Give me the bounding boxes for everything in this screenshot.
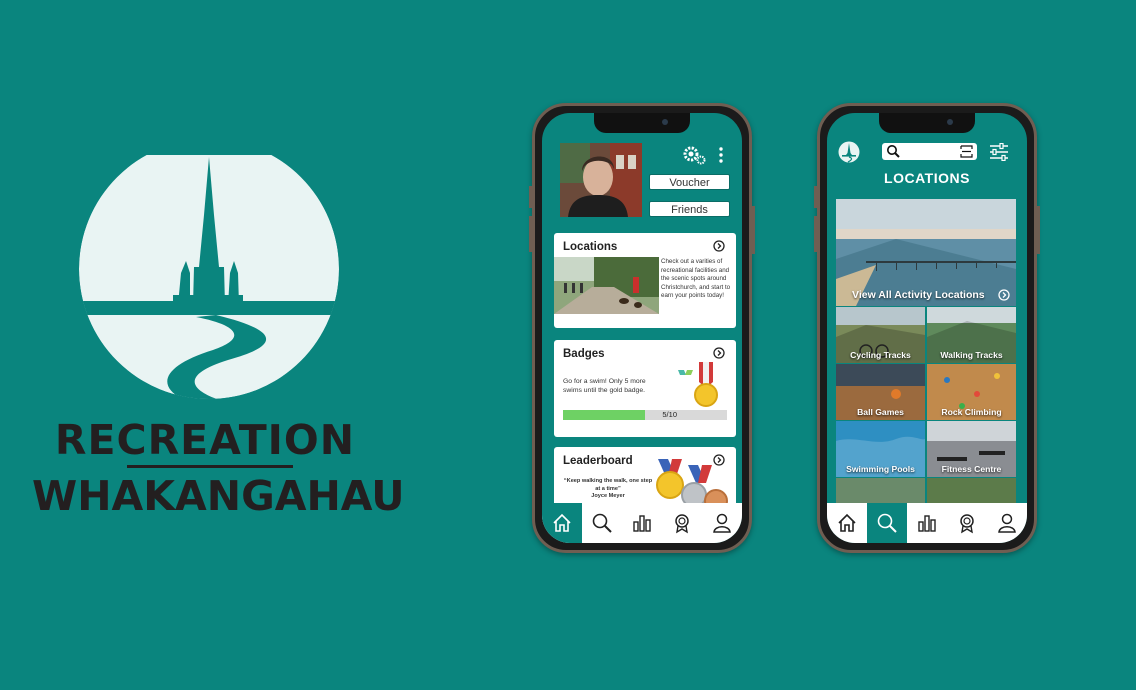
- locations-card-description: Check out a varities of recreational fac…: [661, 258, 731, 299]
- more-options-icon[interactable]: [718, 146, 724, 164]
- badge-progress-bar: 5/10: [563, 410, 727, 420]
- nav-profile[interactable]: [987, 503, 1027, 543]
- search-icon[interactable]: [886, 144, 900, 158]
- locations-card-title: Locations: [563, 241, 618, 253]
- arrow-right-circle-icon[interactable]: [713, 347, 725, 359]
- scan-icon[interactable]: [960, 145, 973, 158]
- view-all-locations-label: View All Activity Locations: [852, 289, 985, 301]
- home-icon: [838, 513, 856, 532]
- phone-locations-screen: LOCATIONS View All Activity Locations Cy…: [814, 103, 1040, 553]
- avatar[interactable]: [560, 143, 642, 217]
- nav-profile[interactable]: [702, 503, 742, 543]
- search-icon: [877, 513, 897, 533]
- nav-home[interactable]: [542, 503, 582, 543]
- nav-search[interactable]: [582, 503, 622, 543]
- profile-icon: [998, 513, 1016, 533]
- tile-ball-games[interactable]: Ball Games: [836, 364, 925, 420]
- badge-icon: [960, 514, 974, 534]
- leaderboard-quote: “Keep walking the walk, one step at a ti…: [563, 478, 653, 501]
- brand-name-line2: WHAKANGAHAU: [32, 472, 405, 520]
- nav-badges[interactable]: [662, 503, 702, 543]
- arrow-right-circle-icon[interactable]: [713, 240, 725, 252]
- phone-home-screen: Voucher Friends Locations Check out a va…: [529, 103, 755, 553]
- view-all-locations-tile[interactable]: View All Activity Locations: [836, 199, 1016, 306]
- badges-card-title: Badges: [563, 348, 605, 360]
- arrow-right-circle-icon[interactable]: [713, 454, 725, 466]
- quote-author: Joyce Meyer: [591, 493, 625, 499]
- bottom-nav: [827, 503, 1027, 543]
- stats-icon: [633, 515, 651, 532]
- nav-search[interactable]: [867, 503, 907, 543]
- badge-icon: [675, 514, 689, 534]
- tile-label: Fitness Centre: [941, 464, 1002, 474]
- profile-icon: [713, 513, 731, 533]
- filter-sliders-icon[interactable]: [989, 143, 1009, 161]
- tile-label: Cycling Tracks: [850, 350, 911, 360]
- tile-fitness-centre[interactable]: Fitness Centre: [927, 421, 1016, 477]
- tile-label: Walking Tracks: [940, 350, 1003, 360]
- voucher-button[interactable]: Voucher: [649, 174, 730, 190]
- gold-medal-icon: [678, 362, 718, 407]
- brand-divider: [127, 465, 293, 468]
- nav-badges[interactable]: [947, 503, 987, 543]
- recreation-logo-mark: [79, 155, 339, 399]
- search-input[interactable]: [882, 143, 977, 160]
- locations-card[interactable]: Locations Check out a varities of recrea…: [554, 233, 736, 328]
- tile-label: Swimming Pools: [846, 464, 915, 474]
- badges-card[interactable]: Badges Go for a swim! Only 5 more swims …: [554, 340, 736, 437]
- nav-home[interactable]: [827, 503, 867, 543]
- leaderboard-card-title: Leaderboard: [563, 455, 633, 467]
- friends-button[interactable]: Friends: [649, 201, 730, 217]
- tile-label: Rock Climbing: [941, 407, 1002, 417]
- settings-icon[interactable]: [682, 145, 706, 165]
- stats-icon: [918, 515, 936, 532]
- nav-stats[interactable]: [907, 503, 947, 543]
- tile-rock-climbing[interactable]: Rock Climbing: [927, 364, 1016, 420]
- brand-name-line1: RECREATION: [54, 416, 356, 464]
- home-icon: [553, 513, 571, 532]
- tile-cycling-tracks[interactable]: Cycling Tracks: [836, 307, 925, 363]
- nav-stats[interactable]: [622, 503, 662, 543]
- search-icon: [592, 513, 612, 533]
- arrow-right-circle-icon[interactable]: [998, 289, 1010, 301]
- tile-swimming-pools[interactable]: Swimming Pools: [836, 421, 925, 477]
- app-logo-icon[interactable]: [838, 141, 860, 163]
- bottom-nav: [542, 503, 742, 543]
- badge-progress-label: 5/10: [662, 410, 677, 419]
- badges-card-description: Go for a swim! Only 5 more swims until t…: [563, 378, 646, 394]
- tile-walking-tracks[interactable]: Walking Tracks: [927, 307, 1016, 363]
- tile-label: Ball Games: [857, 407, 904, 417]
- locations-photo: [554, 257, 659, 314]
- page-title: LOCATIONS: [884, 170, 970, 186]
- quote-text: “Keep walking the walk, one step at a ti…: [563, 478, 653, 492]
